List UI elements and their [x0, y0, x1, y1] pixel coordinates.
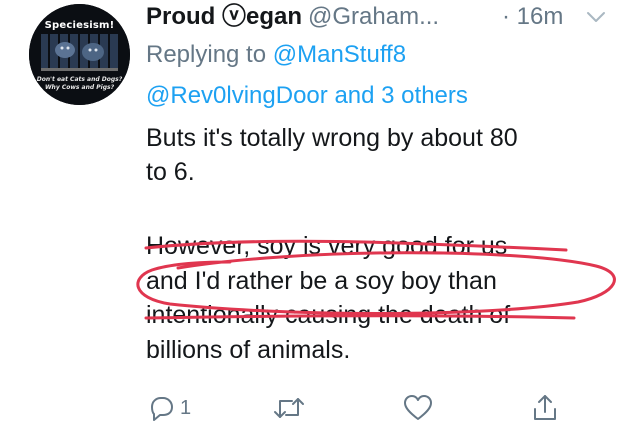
tweet-actions: 1: [0, 388, 640, 432]
heart-icon: [402, 393, 434, 423]
avatar-caption-line-2: Why Cows and Pigs?: [44, 84, 115, 91]
tweet-text-line: and I'd rather be a soy boy than: [146, 267, 497, 295]
reply-button[interactable]: 1: [146, 388, 191, 428]
reply-count: 1: [180, 396, 192, 419]
mention-link[interactable]: @Rev0lvingDoor: [146, 82, 328, 109]
tweet-text-line: intentionally causing the death of: [146, 301, 511, 329]
tweet-text-line: billions of animals.: [146, 336, 351, 364]
retweet-button[interactable]: [272, 388, 306, 428]
user-handle[interactable]: @Graham...: [308, 3, 439, 30]
others-link[interactable]: and 3 others: [334, 82, 467, 109]
like-button[interactable]: [402, 388, 434, 428]
avatar-caption-line-1: Don't eat Cats and Dogs?: [36, 76, 123, 83]
avatar-title-text: Speciesism!: [44, 20, 115, 31]
replying-to-line-2: @Rev0lvingDoor and 3 others: [146, 79, 468, 113]
tweet-header: Proud ⓥegan @Graham... · 16m: [146, 0, 563, 34]
reply-icon: [146, 393, 176, 423]
share-button[interactable]: [531, 388, 559, 428]
retweet-icon: [272, 393, 306, 423]
tweet-text-line: However, soy is very good for us: [146, 232, 508, 260]
tweet-text-line: Buts it's totally wrong by about 80: [146, 124, 518, 152]
avatar[interactable]: Speciesism! Don't eat Cats and Dogs? Why…: [29, 4, 130, 105]
display-name[interactable]: Proud ⓥegan: [146, 3, 302, 30]
mention-link[interactable]: @ManStuff8: [273, 41, 406, 68]
chevron-down-icon[interactable]: [586, 10, 606, 24]
tweet: Speciesism! Don't eat Cats and Dogs? Why…: [0, 0, 640, 432]
share-icon: [531, 393, 559, 423]
replying-to-line: Replying to @ManStuff8: [146, 38, 406, 72]
tweet-text-line: to 6.: [146, 158, 195, 186]
replying-to-label: Replying to: [146, 41, 267, 68]
timestamp[interactable]: · 16m: [502, 0, 563, 34]
